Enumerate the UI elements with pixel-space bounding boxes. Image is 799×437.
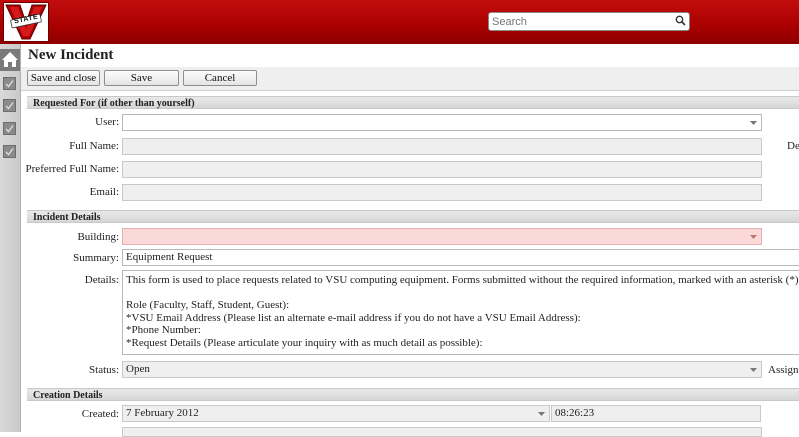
created-label: Created: (81, 408, 119, 420)
chevron-down-icon[interactable] (750, 368, 757, 372)
summary-label: Summary: (73, 252, 119, 264)
home-icon (2, 52, 18, 67)
check-icon (5, 125, 14, 133)
check-icon (5, 148, 14, 156)
vsu-logo[interactable]: STATE (3, 2, 49, 42)
assignee-label-partial: Assigne (768, 364, 799, 376)
email-label: Email: (89, 186, 119, 198)
summary-value: Equipment Request (126, 251, 213, 263)
details-label: Details: (84, 274, 119, 286)
nav-check-item-3[interactable] (3, 122, 16, 135)
chevron-down-icon[interactable] (750, 121, 757, 125)
check-icon (5, 80, 14, 88)
building-label: Building: (77, 231, 119, 243)
user-label: User: (95, 116, 119, 128)
chevron-down-icon[interactable] (538, 412, 545, 416)
user-field[interactable] (122, 114, 762, 131)
created-date-field[interactable]: 7 February 2012 (122, 405, 550, 422)
side-label-partial: De (787, 140, 799, 152)
nav-check-item-1[interactable] (3, 77, 16, 90)
building-field[interactable] (122, 228, 762, 245)
check-icon (5, 102, 14, 110)
preferred-full-name-label: Preferred Full Name: (25, 163, 119, 175)
nav-check-item-4[interactable] (3, 145, 16, 158)
top-header: STATE (0, 0, 799, 44)
email-field[interactable] (122, 184, 762, 201)
section-header-creation-details: Creation Details (27, 388, 799, 401)
preferred-full-name-field[interactable] (122, 161, 762, 178)
save-button[interactable]: Save (104, 70, 179, 86)
home-button[interactable] (0, 49, 20, 71)
created-time-value: 08:26:23 (555, 407, 595, 419)
details-textarea[interactable]: This form is used to place requests rela… (122, 270, 799, 355)
status-value: Open (126, 363, 150, 375)
section-header-requested-for: Requested For (if other than yourself) (27, 96, 799, 109)
next-field-partial[interactable] (122, 427, 762, 437)
full-name-label: Full Name: (69, 140, 119, 152)
search-input[interactable] (492, 14, 670, 29)
summary-field[interactable]: Equipment Request (122, 249, 799, 266)
action-toolbar: Save and close Save Cancel (21, 67, 799, 91)
left-nav-rail (0, 44, 21, 432)
search-icon[interactable] (675, 15, 686, 26)
search-box[interactable] (488, 12, 690, 31)
save-and-close-button[interactable]: Save and close (27, 70, 100, 86)
created-date-value: 7 February 2012 (126, 407, 199, 419)
page-title: New Incident (28, 47, 114, 63)
status-select[interactable]: Open (122, 361, 762, 378)
created-time-field[interactable]: 08:26:23 (551, 405, 761, 422)
chevron-down-icon[interactable] (750, 235, 757, 239)
cancel-button[interactable]: Cancel (183, 70, 257, 86)
full-name-field[interactable] (122, 138, 762, 155)
section-header-incident-details: Incident Details (27, 210, 799, 223)
nav-check-item-2[interactable] (3, 99, 16, 112)
status-label: Status: (89, 364, 119, 376)
